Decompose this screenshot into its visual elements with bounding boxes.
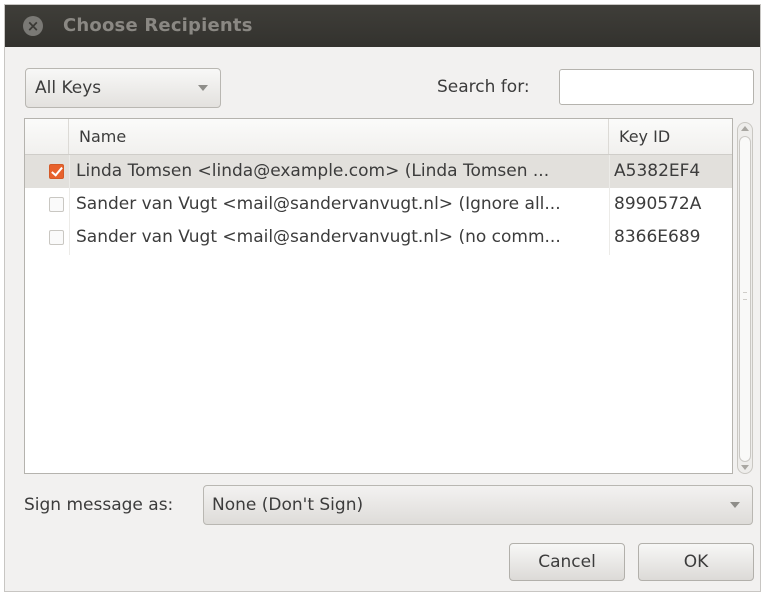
list-header: Name Key ID: [25, 119, 732, 155]
key-name: Linda Tomsen <linda@example.com> (Linda …: [76, 161, 550, 181]
key-id: 8366E689: [614, 227, 701, 247]
window-title: Choose Recipients: [63, 15, 253, 36]
vertical-scrollbar[interactable]: [737, 122, 753, 474]
column-divider: [69, 155, 70, 255]
key-row[interactable]: Linda Tomsen <linda@example.com> (Linda …: [25, 155, 732, 188]
sign-message-label: Sign message as:: [24, 495, 174, 515]
key-filter-dropdown[interactable]: All Keys: [25, 68, 221, 108]
column-divider: [609, 155, 610, 255]
cancel-button[interactable]: Cancel: [509, 543, 625, 581]
sign-message-value: None (Don't Sign): [212, 495, 364, 515]
header-checkbox-column[interactable]: [25, 119, 69, 154]
key-name: Sander van Vugt <mail@sandervanvugt.nl> …: [76, 194, 561, 214]
key-id: A5382EF4: [614, 161, 701, 181]
checkbox-icon[interactable]: [49, 164, 64, 179]
key-row[interactable]: Sander van Vugt <mail@sandervanvugt.nl> …: [25, 188, 732, 221]
key-id: 8990572A: [614, 194, 702, 214]
key-row[interactable]: Sander van Vugt <mail@sandervanvugt.nl> …: [25, 221, 732, 254]
search-label: Search for:: [437, 77, 530, 97]
chevron-down-icon: [198, 85, 208, 91]
header-name[interactable]: Name: [69, 119, 609, 154]
key-filter-value: All Keys: [35, 78, 102, 98]
choose-recipients-dialog: × Choose Recipients All Keys Search for:…: [4, 4, 761, 592]
scrollbar-thumb[interactable]: [739, 136, 751, 462]
sign-message-dropdown[interactable]: None (Don't Sign): [203, 485, 753, 525]
checkbox-icon[interactable]: [49, 197, 64, 212]
grip-icon: [743, 292, 747, 300]
header-key-id[interactable]: Key ID: [609, 119, 732, 154]
close-icon[interactable]: ×: [23, 16, 43, 36]
key-name: Sander van Vugt <mail@sandervanvugt.nl> …: [76, 227, 561, 247]
checkbox-icon[interactable]: [49, 230, 64, 245]
title-bar: × Choose Recipients: [5, 5, 760, 47]
key-list[interactable]: Name Key ID Linda Tomsen <linda@example.…: [24, 118, 733, 474]
search-input[interactable]: [559, 69, 754, 105]
chevron-down-icon: [730, 502, 740, 508]
scroll-down-icon[interactable]: [741, 465, 749, 470]
ok-button[interactable]: OK: [638, 543, 754, 581]
scroll-up-icon[interactable]: [741, 126, 749, 131]
